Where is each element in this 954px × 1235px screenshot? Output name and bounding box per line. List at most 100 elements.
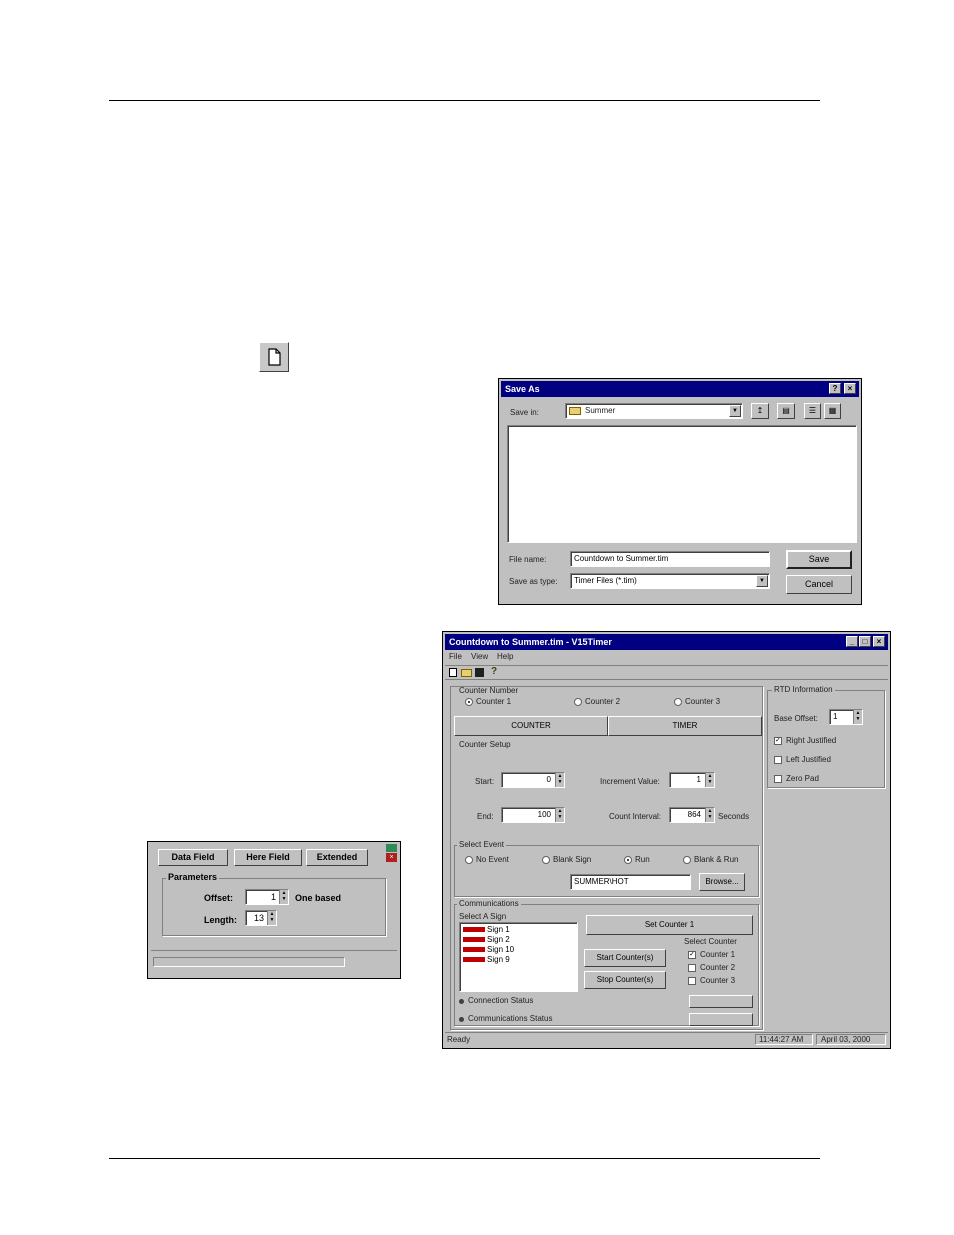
base-offset-label: Base Offset: bbox=[774, 714, 818, 723]
sign-icon bbox=[463, 957, 485, 963]
tab-extended[interactable]: Extended bbox=[306, 849, 368, 866]
communications-status-button[interactable] bbox=[689, 1013, 753, 1026]
menu-help[interactable]: Help bbox=[497, 652, 513, 661]
chevron-down-icon[interactable]: ▼ bbox=[729, 405, 741, 417]
up-folder-button[interactable]: ↥ bbox=[751, 403, 769, 419]
event-file-input[interactable]: SUMMER\HOT bbox=[570, 874, 691, 890]
length-spinner-icon[interactable]: ▲ ▼ bbox=[267, 911, 276, 925]
details-view-button[interactable]: ▦ bbox=[824, 403, 841, 419]
help-icon[interactable]: ? bbox=[491, 666, 497, 677]
save-in-dropdown[interactable]: Summer ▼ bbox=[565, 403, 743, 419]
communications-status-label: Communications Status bbox=[468, 1014, 553, 1023]
checkmark-icon[interactable] bbox=[386, 844, 397, 852]
counter-number-label: Counter Number bbox=[459, 686, 519, 695]
stop-counters-button[interactable]: Stop Counter(s) bbox=[584, 971, 666, 989]
base-offset-value: 1 bbox=[833, 712, 838, 721]
counter-2-label: Counter 2 bbox=[585, 697, 621, 706]
event-file-value: SUMMER\HOT bbox=[574, 877, 629, 886]
select-counter-3-checkbox[interactable] bbox=[688, 977, 696, 985]
file-list-area[interactable] bbox=[507, 425, 857, 543]
event-no-event-label: No Event bbox=[476, 855, 509, 864]
tab-here-field[interactable]: Here Field bbox=[234, 849, 302, 866]
counter-1-radio[interactable] bbox=[465, 698, 473, 706]
counter-2-radio[interactable] bbox=[574, 698, 582, 706]
menu-view[interactable]: View bbox=[471, 652, 488, 661]
select-sign-label: Select A Sign bbox=[459, 912, 507, 921]
increment-spinner-icon[interactable]: ▲ ▼ bbox=[705, 773, 714, 787]
select-counter-1-checkbox[interactable]: ✓ bbox=[688, 951, 696, 959]
base-offset-spinner-icon[interactable]: ▲ ▼ bbox=[853, 710, 862, 724]
increment-input[interactable]: 1 ▲ ▼ bbox=[669, 772, 715, 788]
list-item[interactable]: Sign 1 bbox=[462, 925, 510, 934]
maximize-icon[interactable]: □ bbox=[859, 636, 871, 647]
tab-data-field[interactable]: Data Field bbox=[158, 849, 228, 866]
tab-counter[interactable]: COUNTER bbox=[454, 716, 608, 736]
list-item[interactable]: Sign 9 bbox=[462, 955, 510, 964]
communications-label: Communications bbox=[457, 899, 521, 908]
timer-title-bar: Countdown to Summer.tim - V15Timer _ □ × bbox=[445, 634, 888, 650]
menu-file[interactable]: File bbox=[449, 652, 462, 661]
open-icon[interactable] bbox=[461, 669, 472, 677]
start-spinner-icon[interactable]: ▲ ▼ bbox=[555, 773, 564, 787]
start-input[interactable]: 0 ▲ ▼ bbox=[501, 772, 565, 788]
help-icon[interactable]: ? bbox=[829, 383, 841, 394]
save-icon[interactable] bbox=[475, 668, 484, 677]
file-name-input[interactable]: Countdown to Summer.tim bbox=[570, 551, 770, 567]
event-no-event-radio[interactable] bbox=[465, 856, 473, 864]
parameters-group: Parameters bbox=[162, 872, 386, 936]
zero-pad-checkbox[interactable] bbox=[774, 775, 782, 783]
cancel-button[interactable]: Cancel bbox=[786, 575, 852, 594]
select-counter-2-checkbox[interactable] bbox=[688, 964, 696, 972]
new-icon[interactable] bbox=[449, 668, 457, 677]
base-offset-input[interactable]: 1 ▲ ▼ bbox=[829, 709, 863, 725]
offset-input[interactable]: 1 ▲ ▼ bbox=[245, 889, 289, 905]
browse-button[interactable]: Browse... bbox=[699, 873, 745, 891]
end-input[interactable]: 100 ▲ ▼ bbox=[501, 807, 565, 823]
new-folder-button[interactable]: ▤ bbox=[777, 403, 795, 419]
status-bar: Ready 11:44:27 AM April 03, 2000 bbox=[445, 1032, 888, 1046]
counter-3-radio[interactable] bbox=[674, 698, 682, 706]
offset-value: 1 bbox=[270, 892, 276, 902]
event-run-radio[interactable] bbox=[624, 856, 632, 864]
save-button[interactable]: Save bbox=[786, 550, 852, 569]
save-as-title-bar: Save As ? × bbox=[501, 381, 859, 397]
set-counter-button[interactable]: Set Counter 1 bbox=[586, 915, 753, 935]
length-value: 13 bbox=[253, 913, 264, 923]
count-interval-input[interactable]: 864 ▲ ▼ bbox=[669, 807, 715, 823]
close-icon[interactable]: × bbox=[386, 853, 397, 862]
toolbar: ? bbox=[445, 665, 888, 680]
event-blank-sign-radio[interactable] bbox=[542, 856, 550, 864]
file-name-label: File name: bbox=[509, 555, 547, 564]
select-counter-label: Select Counter bbox=[684, 937, 737, 946]
list-item[interactable]: Sign 10 bbox=[462, 945, 514, 954]
parameters-label: Parameters bbox=[166, 872, 220, 882]
offset-spinner-icon[interactable]: ▲ ▼ bbox=[279, 890, 288, 904]
right-justified-checkbox[interactable]: ✓ bbox=[774, 737, 782, 745]
minimize-icon[interactable]: _ bbox=[846, 636, 858, 647]
status-date-panel: April 03, 2000 bbox=[816, 1034, 886, 1045]
start-counters-button[interactable]: Start Counter(s) bbox=[584, 949, 666, 967]
close-icon[interactable]: × bbox=[844, 383, 856, 394]
event-blank-run-radio[interactable] bbox=[683, 856, 691, 864]
left-justified-checkbox[interactable] bbox=[774, 756, 782, 764]
footer-rule bbox=[109, 1158, 820, 1159]
list-item[interactable]: Sign 2 bbox=[462, 935, 510, 944]
save-type-dropdown[interactable]: Timer Files (*.tim) ▼ bbox=[570, 573, 770, 589]
end-spinner-icon[interactable]: ▲ ▼ bbox=[555, 808, 564, 822]
select-counter-2-label: Counter 2 bbox=[700, 963, 736, 972]
save-type-value: Timer Files (*.tim) bbox=[574, 576, 637, 585]
new-document-icon[interactable] bbox=[259, 342, 289, 372]
sign-list[interactable]: Sign 1 Sign 2 Sign 10 Sign 9 bbox=[459, 922, 578, 992]
chevron-down-icon[interactable]: ▼ bbox=[756, 575, 768, 587]
folder-icon bbox=[569, 407, 581, 415]
tab-timer[interactable]: TIMER bbox=[608, 716, 762, 736]
count-interval-spinner-icon[interactable]: ▲ ▼ bbox=[705, 808, 714, 822]
left-justified-label: Left Justified bbox=[786, 755, 831, 764]
list-view-button[interactable]: ☰ bbox=[804, 403, 821, 419]
connection-status-label: Connection Status bbox=[468, 996, 534, 1005]
event-blank-sign-label: Blank Sign bbox=[553, 855, 592, 864]
length-input[interactable]: 13 ▲ ▼ bbox=[245, 910, 277, 926]
increment-value: 1 bbox=[696, 775, 701, 784]
close-icon[interactable]: × bbox=[873, 636, 885, 647]
connection-status-button[interactable] bbox=[689, 995, 753, 1008]
